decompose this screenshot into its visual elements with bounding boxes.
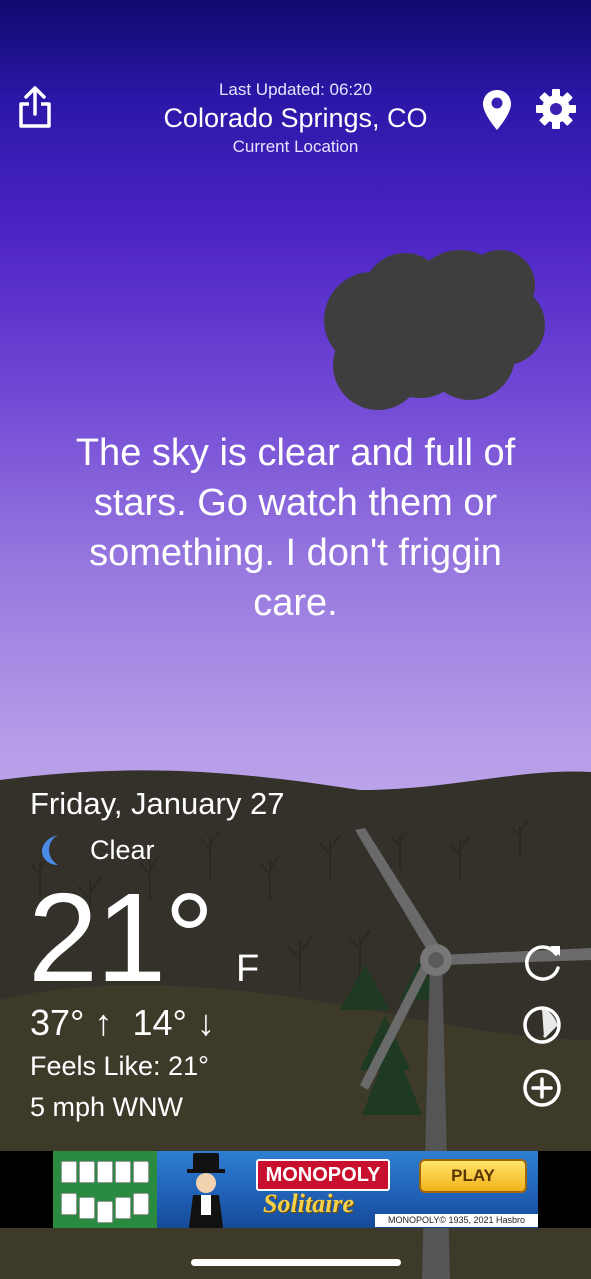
ad-creative[interactable]: MONOPOLY Solitaire PLAY MONOPOLY© 1935, … — [53, 1151, 538, 1228]
date-label: Friday, January 27 — [30, 786, 285, 821]
radar-icon — [523, 1006, 561, 1044]
wind-label: 5 mph WNW — [30, 1092, 184, 1122]
arrow-down-icon: ↓ — [196, 1002, 215, 1043]
high-low-temperatures: 37° ↑ 14° ↓ — [30, 1002, 215, 1044]
settings-button[interactable] — [535, 88, 577, 130]
low-temperature: 14° — [132, 1002, 187, 1043]
arrow-up-icon: ↑ — [94, 1002, 113, 1043]
refresh-button[interactable] — [520, 940, 564, 984]
ad-play-button[interactable]: PLAY — [419, 1159, 527, 1193]
radar-button[interactable] — [520, 1003, 564, 1047]
home-indicator[interactable] — [191, 1259, 401, 1266]
add-location-button[interactable] — [520, 1066, 564, 1110]
ad-copyright: MONOPOLY© 1935, 2021 Hasbro — [375, 1214, 538, 1227]
add-location-icon — [523, 1069, 561, 1107]
moon-icon — [42, 835, 58, 865]
condition-label: Clear — [90, 834, 155, 865]
cloud — [324, 250, 545, 410]
ad-brand: MONOPOLY — [256, 1159, 390, 1191]
weather-message: The sky is clear and full of stars. Go w… — [75, 432, 516, 624]
high-temperature: 37° — [30, 1002, 85, 1043]
ad-banner[interactable]: MONOPOLY Solitaire PLAY MONOPOLY© 1935, … — [0, 1151, 591, 1228]
current-temperature: 21° — [28, 867, 215, 1008]
gear-icon — [536, 89, 576, 129]
temperature-unit[interactable]: F — [236, 948, 259, 991]
solitaire-cards-image — [53, 1151, 157, 1228]
location-subtitle: Current Location — [232, 137, 359, 156]
ad-product: Solitaire — [263, 1189, 355, 1218]
refresh-icon — [525, 945, 560, 981]
weather-scene — [0, 250, 591, 1279]
condition-row: Clear — [38, 830, 155, 870]
location-button[interactable] — [482, 88, 512, 132]
feels-like-label: Feels Like: 21° — [30, 1051, 209, 1081]
mascot-image — [187, 1153, 225, 1228]
location-pin-icon — [483, 90, 511, 130]
